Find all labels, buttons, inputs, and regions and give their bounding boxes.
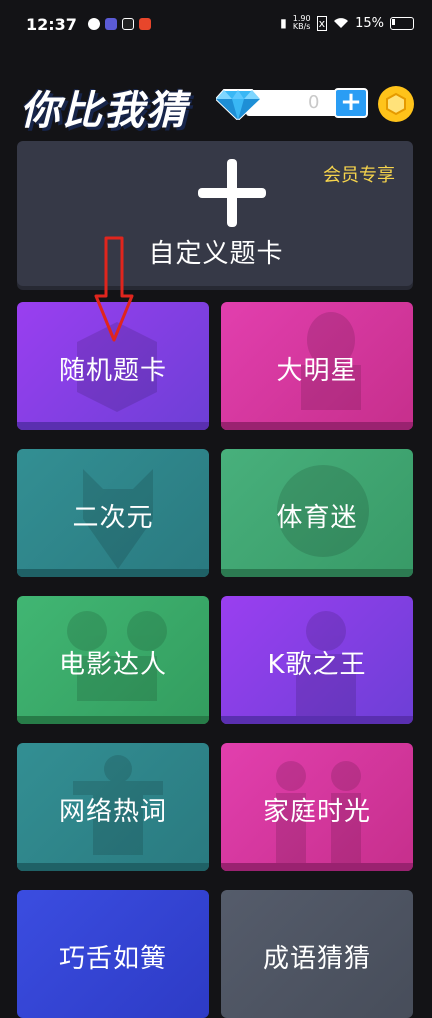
category-label: 体育迷 <box>276 503 358 533</box>
category-celebrity[interactable]: 大明星 <box>221 302 413 430</box>
gem-count: 0 <box>308 92 320 113</box>
category-anime[interactable]: 二次元 <box>17 449 209 577</box>
custom-card-label: 自定义题卡 <box>148 239 284 269</box>
clock: 12:37 <box>26 15 77 34</box>
app-logo: 你比我猜 <box>20 88 188 134</box>
app-notification-icon <box>88 18 100 30</box>
battery-icon <box>390 16 414 30</box>
category-family[interactable]: 家庭时光 <box>221 743 413 871</box>
category-sports[interactable]: 体育迷 <box>221 449 413 577</box>
network-speed: 1.90 KB/s <box>292 14 311 31</box>
gem-balance: 0 + <box>216 86 368 120</box>
status-bar: 12:37 ▮ 1.90 KB/s x 15% <box>0 0 432 52</box>
category-label: K歌之王 <box>267 650 367 680</box>
tiktok-icon <box>122 18 134 30</box>
down-arrow-icon <box>94 236 134 342</box>
category-label: 巧舌如簧 <box>58 944 167 974</box>
wifi-icon <box>334 18 349 28</box>
vip-badge: 会员专享 <box>323 165 395 186</box>
category-idioms[interactable]: 成语猜猜 <box>221 890 413 1018</box>
video-app-icon <box>105 18 117 30</box>
diamond-icon <box>216 89 260 120</box>
custom-card-button[interactable]: 自定义题卡 会员专享 <box>17 141 413 286</box>
category-label: 大明星 <box>276 356 358 386</box>
category-internet-slang[interactable]: 网络热词 <box>17 743 209 871</box>
category-movies[interactable]: 电影达人 <box>17 596 209 724</box>
vibrate-icon: ▮ <box>280 16 287 30</box>
category-label: 随机题卡 <box>58 356 167 386</box>
category-tongue-twister[interactable]: 巧舌如簧 <box>17 890 209 1018</box>
add-gems-button[interactable]: + <box>334 88 368 118</box>
shopping-app-icon <box>139 18 151 30</box>
category-karaoke[interactable]: K歌之王 <box>221 596 413 724</box>
header: 你比我猜 0 + <box>0 70 432 136</box>
battery-percent: 15% <box>355 15 384 31</box>
category-label: 网络热词 <box>58 797 167 827</box>
hexagon-coin-icon <box>386 92 406 116</box>
category-label: 电影达人 <box>58 650 167 680</box>
coin-button[interactable] <box>378 86 414 122</box>
gem-count-field: 0 <box>246 90 348 116</box>
data-saver-icon: x <box>316 15 328 31</box>
category-label: 成语猜猜 <box>262 944 371 974</box>
category-label: 家庭时光 <box>262 797 371 827</box>
category-label: 二次元 <box>72 503 154 533</box>
status-right: ▮ 1.90 KB/s x 15% <box>280 15 414 31</box>
notification-icons <box>88 18 151 30</box>
plus-icon <box>198 159 266 227</box>
